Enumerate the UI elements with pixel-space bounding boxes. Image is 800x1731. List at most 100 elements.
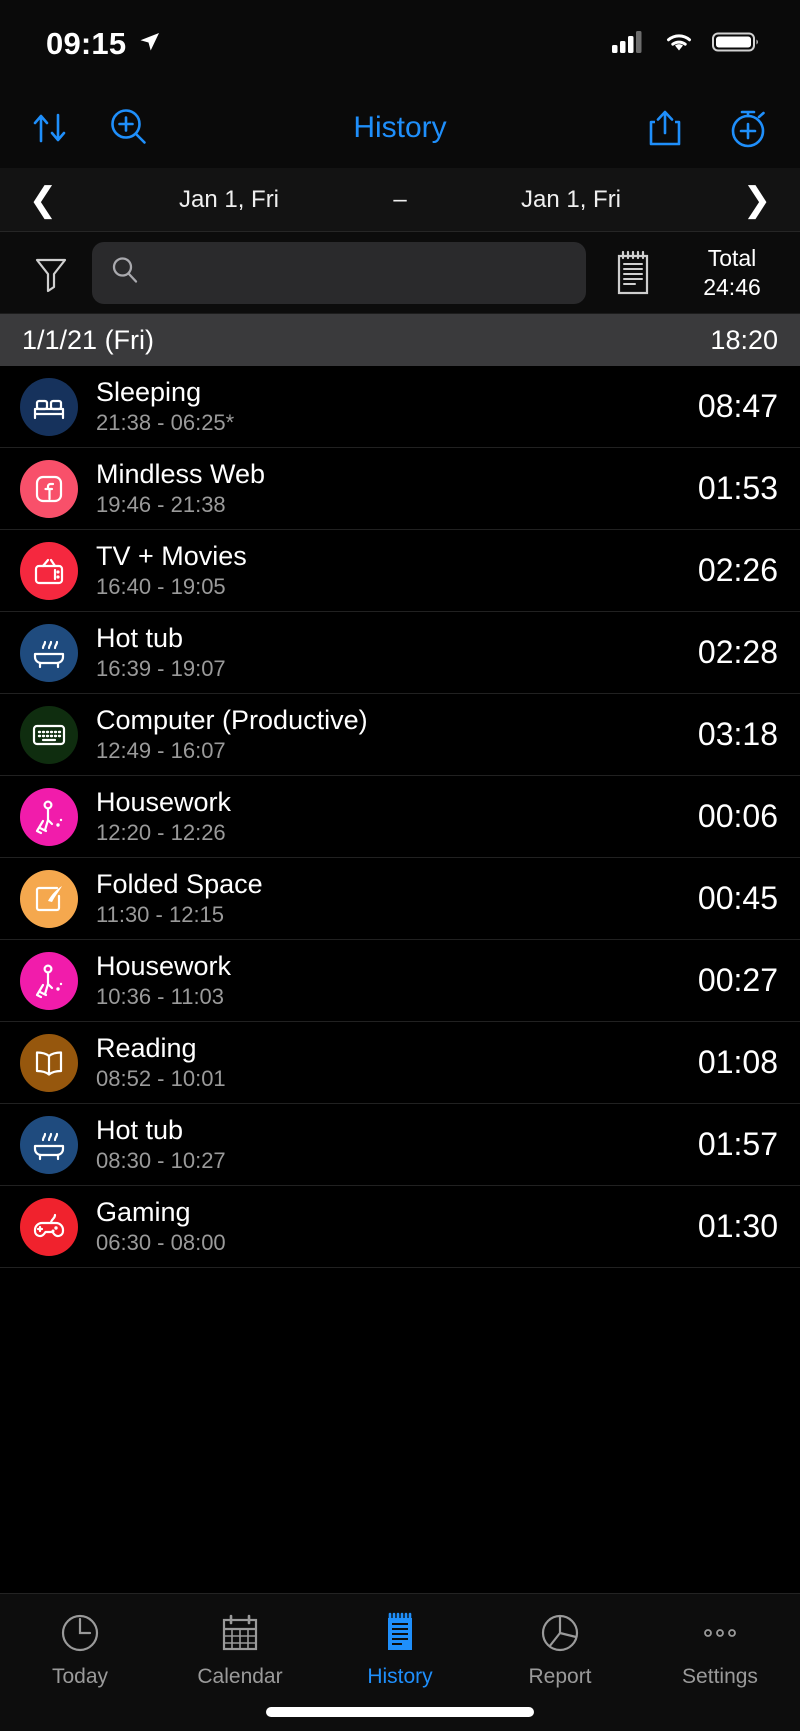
share-upload-icon[interactable] <box>644 105 686 151</box>
search-icon <box>110 255 140 290</box>
date-range-separator: – <box>372 186 428 214</box>
navigation-bar: History <box>0 88 800 168</box>
entry-title: Housework <box>96 952 682 982</box>
entry-text: Mindless Web 19:46 - 21:38 <box>96 460 682 517</box>
tab-label: Settings <box>682 1665 758 1689</box>
funnel-filter-icon[interactable] <box>20 250 82 296</box>
entry-text: Housework 10:36 - 11:03 <box>96 952 682 1009</box>
entry-text: Housework12:20 - 12:26 <box>96 788 682 845</box>
tab-calendar[interactable]: Calendar <box>160 1608 320 1689</box>
entry-text: Hot tub08:30 - 10:27 <box>96 1116 682 1173</box>
day-date: 1/1/21 (Fri) <box>22 325 154 356</box>
clock-icon <box>56 1608 104 1658</box>
entry-title: Mindless Web <box>96 460 682 490</box>
piechart-icon <box>536 1608 584 1658</box>
history-entry-row[interactable]: Folded Space 11:30 - 12:15 00:45 <box>0 858 800 940</box>
bathtub-icon <box>20 1116 78 1174</box>
compose-icon <box>20 870 78 928</box>
entry-duration: 01:57 <box>698 1126 778 1163</box>
status-bar-clock: 09:15 <box>46 26 126 62</box>
notepad-icon[interactable] <box>596 246 670 300</box>
entry-title: Hot tub <box>96 624 682 654</box>
entry-duration: 08:47 <box>698 388 778 425</box>
book-icon <box>20 1034 78 1092</box>
entry-title: Sleeping <box>96 378 682 408</box>
tv-icon <box>20 542 78 600</box>
facebook-icon <box>20 460 78 518</box>
history-entry-row[interactable]: Hot tub 16:39 - 19:07 02:28 <box>0 612 800 694</box>
entry-time-range: 21:38 - 06:25* <box>96 411 682 435</box>
battery-full-icon <box>712 30 760 59</box>
location-arrow-icon <box>138 30 162 59</box>
date-range-end[interactable]: Jan 1, Fri <box>428 186 714 214</box>
navigation-bar-right <box>644 104 772 152</box>
entry-duration: 03:18 <box>698 716 778 753</box>
sort-arrows-icon[interactable] <box>28 106 72 150</box>
magnifier-plus-icon[interactable] <box>106 105 152 151</box>
bathtub-icon <box>20 624 78 682</box>
entry-text: Hot tub 16:39 - 19:07 <box>96 624 682 681</box>
entry-title: Hot tub <box>96 1116 682 1146</box>
next-date-button[interactable]: ❯ <box>714 183 800 217</box>
entry-duration: 00:27 <box>698 962 778 999</box>
entry-time-range: 11:30 - 12:15 <box>96 903 682 927</box>
sweeping-icon <box>20 952 78 1010</box>
entry-title: Housework <box>96 788 682 818</box>
tab-label: Report <box>528 1665 591 1689</box>
history-entry-row[interactable]: Reading 08:52 - 10:01 01:08 <box>0 1022 800 1104</box>
app-screen: 09:15 <box>0 0 800 1731</box>
history-entry-row[interactable]: Hot tub08:30 - 10:27 01:57 <box>0 1104 800 1186</box>
entry-duration: 00:06 <box>698 798 778 835</box>
entry-duration: 02:26 <box>698 552 778 589</box>
tab-report[interactable]: Report <box>480 1608 640 1689</box>
history-entry-row[interactable]: TV + Movies16:40 - 19:0502:26 <box>0 530 800 612</box>
tab-settings[interactable]: Settings <box>640 1608 800 1689</box>
entry-time-range: 08:52 - 10:01 <box>96 1067 682 1091</box>
entry-time-range: 16:39 - 19:07 <box>96 657 682 681</box>
history-entry-row[interactable]: Housework12:20 - 12:26 00:06 <box>0 776 800 858</box>
stopwatch-plus-icon[interactable] <box>726 104 772 152</box>
entry-duration: 02:28 <box>698 634 778 671</box>
date-range-bar: ❮ Jan 1, Fri – Jan 1, Fri ❯ <box>0 168 800 232</box>
tab-label: History <box>367 1665 432 1689</box>
date-range-start[interactable]: Jan 1, Fri <box>86 186 372 214</box>
history-entry-row[interactable]: Mindless Web 19:46 - 21:38 01:53 <box>0 448 800 530</box>
history-entry-row[interactable]: Sleeping 21:38 - 06:25* 08:47 <box>0 366 800 448</box>
entry-duration: 01:53 <box>698 470 778 507</box>
history-entry-row[interactable]: Gaming06:30 - 08:0001:30 <box>0 1186 800 1268</box>
tab-history[interactable]: History <box>320 1608 480 1689</box>
entry-duration: 01:08 <box>698 1044 778 1081</box>
status-bar-left: 09:15 <box>46 26 162 62</box>
entry-time-range: 12:49 - 16:07 <box>96 739 682 763</box>
entry-title: Reading <box>96 1034 682 1064</box>
bed-icon <box>20 378 78 436</box>
entry-time-range: 10:36 - 11:03 <box>96 985 682 1009</box>
tab-label: Calendar <box>197 1665 282 1689</box>
calendar-icon <box>216 1608 264 1658</box>
entry-duration: 01:30 <box>698 1208 778 1245</box>
ellipsis-icon <box>696 1608 744 1658</box>
entry-time-range: 06:30 - 08:00 <box>96 1231 682 1255</box>
history-entry-row[interactable]: Computer (Productive)12:49 - 16:07 03:18 <box>0 694 800 776</box>
entry-title: Folded Space <box>96 870 682 900</box>
navigation-bar-left <box>28 105 152 151</box>
day-total: 18:20 <box>710 325 778 356</box>
entry-text: Folded Space 11:30 - 12:15 <box>96 870 682 927</box>
entry-duration: 00:45 <box>698 880 778 917</box>
search-input[interactable] <box>152 259 568 287</box>
entry-time-range: 16:40 - 19:05 <box>96 575 682 599</box>
home-indicator <box>266 1707 534 1717</box>
history-entry-row[interactable]: Housework 10:36 - 11:03 00:27 <box>0 940 800 1022</box>
prev-date-button[interactable]: ❮ <box>0 183 86 217</box>
total-label: Total <box>708 244 757 273</box>
tab-today[interactable]: Today <box>0 1608 160 1689</box>
entry-time-range: 19:46 - 21:38 <box>96 493 682 517</box>
cellular-signal-icon <box>612 30 646 59</box>
keyboard-icon <box>20 706 78 764</box>
entry-text: Computer (Productive)12:49 - 16:07 <box>96 706 682 763</box>
search-field[interactable] <box>92 242 586 304</box>
sweeping-icon <box>20 788 78 846</box>
total-display: Total 24:46 <box>680 244 792 302</box>
status-bar: 09:15 <box>0 0 800 88</box>
notepad-icon <box>376 1608 424 1658</box>
